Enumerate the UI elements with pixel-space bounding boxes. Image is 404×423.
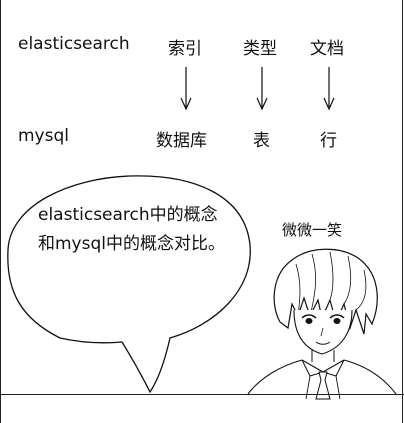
- character-caption: 微微一笑: [282, 221, 343, 239]
- comic-panel: elasticsearch 索引 类型 文档 mysql 数据库 表 行 ela…: [0, 0, 404, 423]
- panel-frame-bottom: [0, 394, 404, 395]
- speech-bubble-line-1: elasticsearch中的概念: [38, 205, 218, 225]
- speech-bubble-line-2: 和mysql中的概念对比。: [38, 234, 225, 254]
- panel-frame-right: [402, 0, 403, 423]
- panel-frame-left: [0, 0, 1, 423]
- anime-boy-illustration: [247, 248, 397, 400]
